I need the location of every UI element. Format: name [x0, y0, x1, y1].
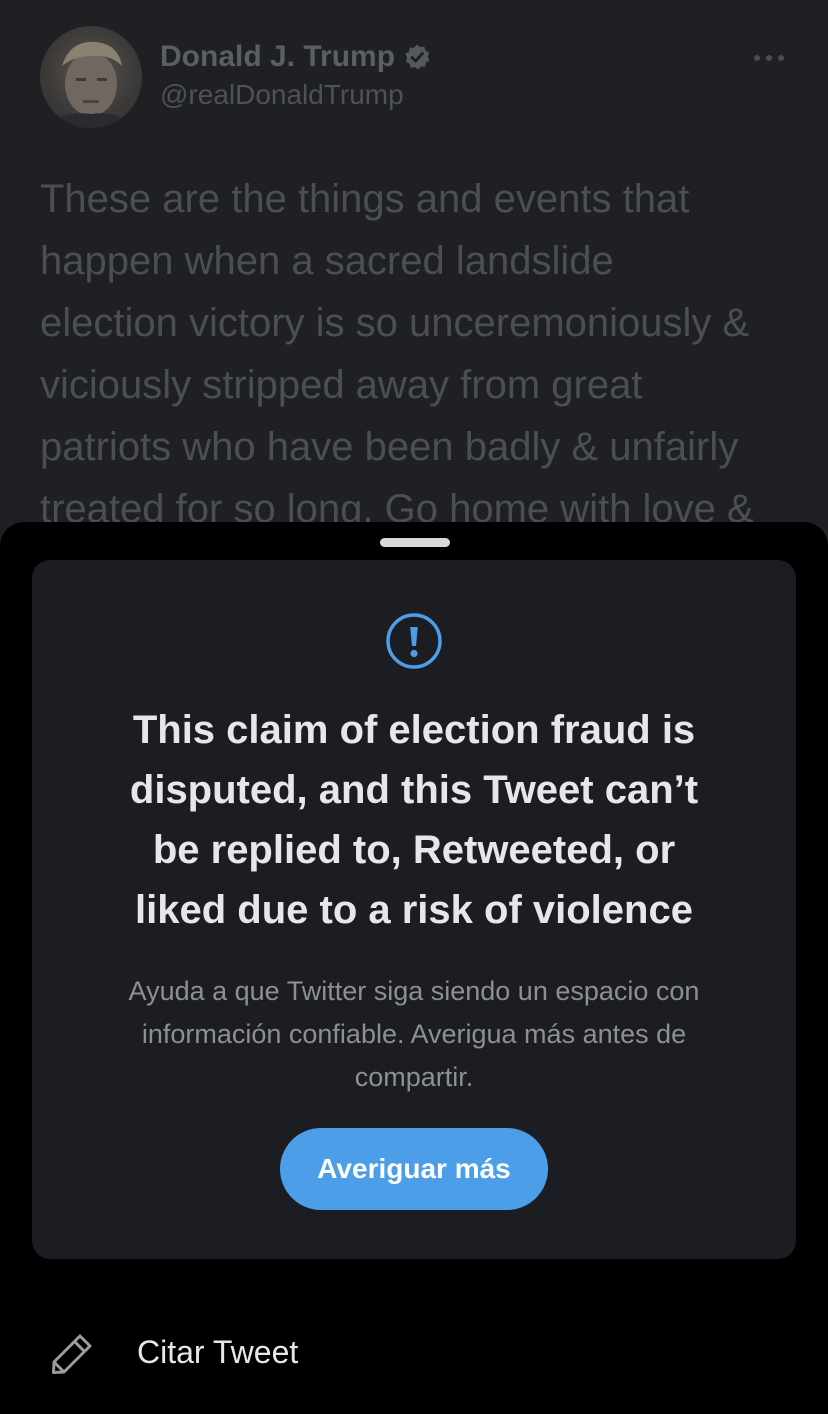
quote-tweet-action[interactable]: Citar Tweet [0, 1308, 828, 1400]
tweet-text-line: These are the things and events that [40, 177, 690, 221]
learn-more-button[interactable]: Averiguar más [280, 1128, 548, 1210]
tweet-text-line: happen when a sacred landslide [40, 239, 614, 283]
author-name[interactable]: Donald J. Trump [160, 40, 431, 74]
quote-tweet-label: Citar Tweet [137, 1334, 299, 1370]
verified-badge-icon [403, 43, 431, 71]
warning-title-line: disputed, and this Tweet can’t [129, 768, 699, 812]
avatar-photo [50, 41, 132, 128]
warning-title: This claim of election fraud is disputed… [62, 700, 766, 940]
alert-circle-icon [385, 612, 443, 670]
sheet-grabber-handle[interactable] [380, 538, 450, 547]
warning-card: This claim of election fraud is disputed… [32, 560, 796, 1259]
warning-description-line: Ayuda a que Twitter siga siendo un espac… [128, 976, 700, 1006]
warning-title-line: This claim of election fraud is [132, 708, 696, 752]
tweet-text-line: election victory is so unceremoniously & [40, 301, 750, 345]
warning-description: Ayuda a que Twitter siga siendo un espac… [82, 970, 746, 1099]
more-options-icon[interactable] [752, 48, 786, 68]
screen: Donald J. Trump @realDonaldTrump These a… [0, 0, 828, 1414]
avatar[interactable] [40, 26, 142, 128]
tweet-text-line: patriots who have been badly & unfairly [40, 425, 739, 469]
tweet-text-line: viciously stripped away from great [40, 363, 643, 407]
warning-description-line: información confiable. Averigua más ante… [141, 1019, 687, 1049]
warning-title-line: liked due to a risk of violence [135, 888, 693, 932]
warning-description-line: compartir. [354, 1062, 474, 1092]
action-sheet: This claim of election fraud is disputed… [0, 522, 828, 1414]
tweet-text: These are the things and events that hap… [40, 168, 800, 540]
author-handle[interactable]: @realDonaldTrump [160, 79, 404, 111]
author-name-text: Donald J. Trump [160, 40, 396, 73]
warning-title-line: be replied to, Retweeted, or [152, 828, 676, 872]
pencil-icon [50, 1332, 94, 1376]
